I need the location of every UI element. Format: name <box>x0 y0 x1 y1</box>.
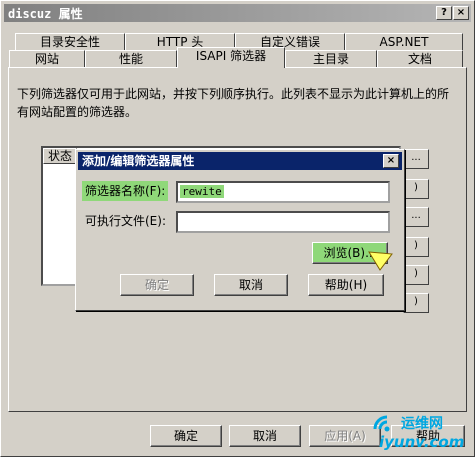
dialog-title-bar[interactable]: 添加/编辑筛选器属性 × <box>78 152 402 170</box>
dialog-title: 添加/编辑筛选器属性 <box>82 154 195 168</box>
executable-label: 可执行文件(E): <box>85 214 166 228</box>
filter-name-value: rewite <box>180 185 224 198</box>
ok-button[interactable]: 确定 <box>150 425 222 447</box>
add-edit-filter-dialog: 添加/编辑筛选器属性 × 筛选器名称(F): rewite 可执行文件(E): … <box>75 149 405 311</box>
filters-description: 下列筛选器仅可用于此网站，并按下列顺序执行。此列表不显示为此计算机上的所有网站配… <box>17 87 450 119</box>
tab-isapi-filters[interactable]: ISAPI 筛选器 <box>177 47 285 68</box>
window-title-bar[interactable]: discuz 属性 ? × <box>4 4 471 22</box>
tab-aspnet[interactable]: ASP.NET <box>345 33 463 51</box>
watermark-logo: 运维网 iyunv.com <box>369 409 473 455</box>
filter-name-label: 筛选器名称(F): <box>82 181 169 201</box>
properties-window: discuz 属性 ? × 目录安全性 HTTP 头 自定义错误 ASP.NET… <box>0 0 475 457</box>
dialog-help-button[interactable]: 帮助(H) <box>308 274 384 296</box>
cancel-button[interactable]: 取消 <box>229 425 301 447</box>
tab-home-directory[interactable]: 主目录 <box>285 50 377 68</box>
dialog-close-button[interactable]: × <box>383 154 399 168</box>
dialog-ok-button[interactable]: 确定 <box>120 274 194 296</box>
close-button[interactable]: × <box>453 6 469 20</box>
side-button-2[interactable]: ) <box>403 179 429 199</box>
watermark-text-2: iyunv.com <box>379 433 465 451</box>
executable-input[interactable] <box>176 211 390 233</box>
list-header-status[interactable]: 状态 <box>43 148 77 164</box>
side-button-3[interactable]: ... <box>403 207 429 227</box>
window-title: discuz 属性 <box>8 7 83 21</box>
tab-performance[interactable]: 性能 <box>85 50 177 68</box>
tab-website[interactable]: 网站 <box>9 50 85 68</box>
dialog-cancel-button[interactable]: 取消 <box>214 274 288 296</box>
side-button-5[interactable]: ) <box>403 265 429 285</box>
watermark-text-1: 运维网 <box>401 416 443 432</box>
tab-documents[interactable]: 文档 <box>377 50 463 68</box>
cursor-pointer-icon <box>368 251 393 271</box>
side-button-6[interactable]: ) <box>403 293 429 313</box>
side-button-1[interactable]: ... <box>403 149 429 169</box>
side-button-4[interactable]: ) <box>403 237 429 257</box>
filter-name-input[interactable]: rewite <box>176 181 390 203</box>
tab-directory-security[interactable]: 目录安全性 <box>15 33 125 51</box>
help-button[interactable]: ? <box>436 6 452 20</box>
